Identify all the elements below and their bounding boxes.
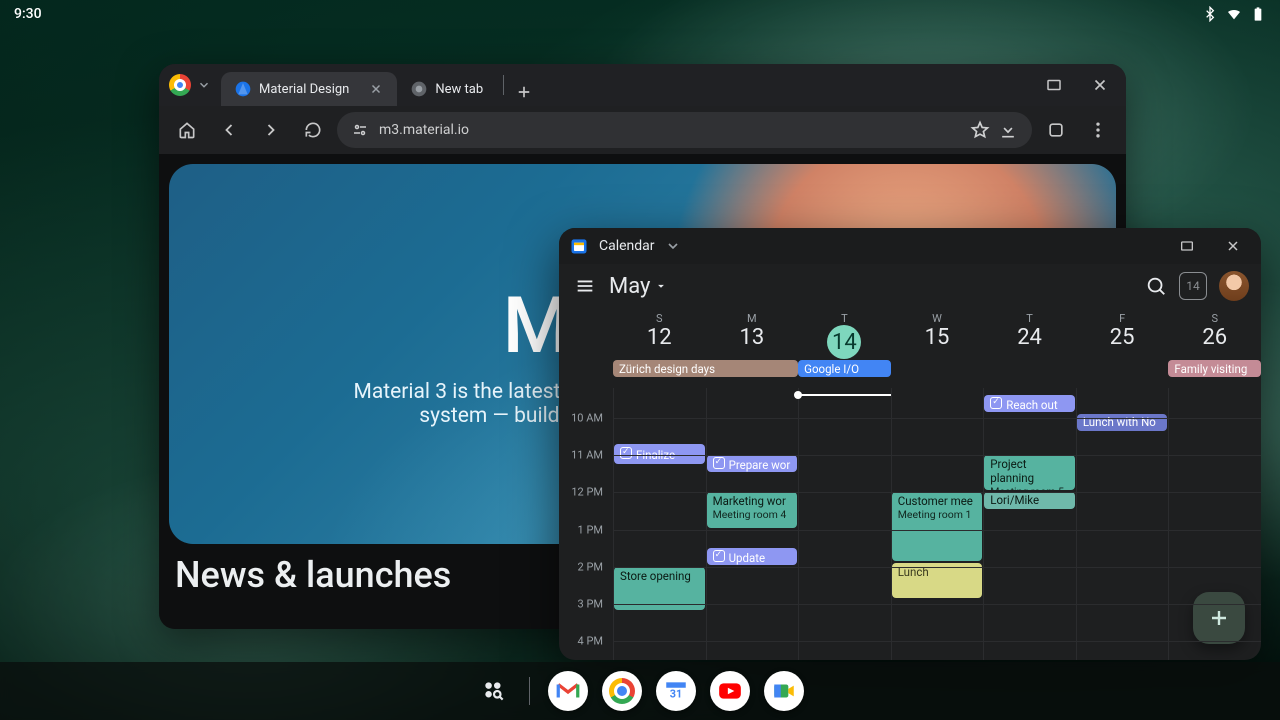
calendar-window: Calendar May 14 S12: [559, 228, 1261, 660]
wifi-icon: [1226, 6, 1242, 22]
hour-label: 12 PM: [559, 486, 609, 499]
battery-icon: [1250, 6, 1266, 22]
calendar-event[interactable]: Prepare wor: [707, 455, 798, 472]
create-event-fab[interactable]: [1193, 592, 1245, 644]
calendar-maximize-icon[interactable]: [1169, 231, 1205, 261]
hour-label: 11 AM: [559, 449, 609, 462]
forward-icon[interactable]: [253, 112, 289, 148]
tab-count-icon[interactable]: [1038, 112, 1074, 148]
day-header[interactable]: S26: [1168, 308, 1261, 360]
tab-label: New tab: [435, 82, 483, 97]
user-avatar[interactable]: [1219, 271, 1249, 301]
app-launcher-icon[interactable]: [477, 674, 511, 708]
month-picker[interactable]: May: [609, 274, 668, 299]
calendar-close-icon[interactable]: [1215, 231, 1251, 261]
day-header[interactable]: W15: [891, 308, 984, 360]
day-header[interactable]: S12: [613, 308, 706, 360]
day-header[interactable]: T14: [798, 308, 891, 360]
back-icon[interactable]: [211, 112, 247, 148]
overflow-menu-icon[interactable]: [1080, 112, 1116, 148]
hour-label: 2 PM: [559, 560, 609, 573]
tab-separator: [503, 75, 504, 95]
calendar-titlebar[interactable]: Calendar: [559, 228, 1261, 264]
window-close-icon[interactable]: [1080, 67, 1120, 103]
hour-label: 4 PM: [559, 635, 609, 648]
event-allday-family[interactable]: Family visiting: [1168, 360, 1261, 377]
event-allday-zurich[interactable]: Zürich design days: [613, 360, 798, 377]
home-icon[interactable]: [169, 112, 205, 148]
hour-label: 3 PM: [559, 598, 609, 611]
taskbar-divider: [529, 677, 530, 705]
svg-text:31: 31: [669, 688, 681, 701]
hour-label: 10 AM: [559, 411, 609, 424]
event-allday-io[interactable]: Google I/O: [798, 360, 891, 377]
calendar-app-icon: [569, 236, 589, 256]
jump-to-today-icon[interactable]: 14: [1179, 272, 1207, 300]
calendar-event[interactable]: Marketing worMeeting room 4: [707, 492, 798, 527]
calendar-grid[interactable]: S12M13T14W15T24F25S26 Zürich design days…: [559, 308, 1261, 660]
window-maximize-icon[interactable]: [1034, 67, 1074, 103]
bookmark-icon[interactable]: [970, 120, 990, 140]
allday-row: Zürich design days Google I/O Family vis…: [613, 360, 1261, 380]
month-label: May: [609, 274, 650, 299]
taskbar-gmail-icon[interactable]: [548, 671, 588, 711]
calendar-event[interactable]: Customer meeMeeting room 1: [892, 492, 983, 561]
tab-strip: Material Design New tab: [221, 64, 1032, 106]
site-settings-icon[interactable]: [351, 121, 369, 139]
calendar-event[interactable]: Lunch: [892, 563, 983, 598]
bluetooth-icon: [1202, 6, 1218, 22]
account-chevron-icon[interactable]: [197, 78, 211, 92]
newtab-favicon-icon: [411, 81, 427, 97]
new-tab-button[interactable]: [510, 78, 538, 106]
clock: 9:30: [14, 6, 42, 22]
day-header[interactable]: T24: [983, 308, 1076, 360]
calendar-event[interactable]: Project planningMeeting room 5: [984, 455, 1075, 490]
hour-label: 1 PM: [559, 523, 609, 536]
day-header[interactable]: F25: [1076, 308, 1169, 360]
tab-label: Material Design: [259, 82, 349, 97]
day-header[interactable]: M13: [706, 308, 799, 360]
taskbar-chrome-icon[interactable]: [602, 671, 642, 711]
calendar-event[interactable]: Finalize pres: [614, 444, 705, 464]
calendar-event[interactable]: Lori/Mike: [984, 492, 1075, 509]
taskbar-calendar-icon[interactable]: 31: [656, 671, 696, 711]
chrome-logo-icon: [169, 74, 191, 96]
material-favicon-icon: [235, 81, 251, 97]
address-bar[interactable]: m3.material.io: [337, 112, 1032, 148]
taskbar-youtube-icon[interactable]: [710, 671, 750, 711]
hamburger-menu-icon[interactable]: [571, 272, 599, 300]
reload-icon[interactable]: [295, 112, 331, 148]
tab-close-icon[interactable]: [369, 82, 383, 96]
calendar-event[interactable]: Reach out to: [984, 395, 1075, 412]
chrome-titlebar[interactable]: Material Design New tab: [159, 64, 1126, 106]
search-icon[interactable]: [1145, 275, 1167, 297]
chevron-down-icon[interactable]: [665, 238, 681, 254]
taskbar-meet-icon[interactable]: [764, 671, 804, 711]
calendar-event[interactable]: Lunch with No: [1077, 414, 1168, 431]
taskbar: 31: [0, 662, 1280, 720]
tab-material-design[interactable]: Material Design: [221, 72, 397, 106]
tab-new-tab[interactable]: New tab: [397, 72, 497, 106]
status-bar: 9:30: [0, 0, 1280, 28]
url-text: m3.material.io: [379, 122, 960, 138]
chrome-toolbar: m3.material.io: [159, 106, 1126, 154]
download-icon[interactable]: [998, 120, 1018, 140]
calendar-window-title: Calendar: [599, 238, 655, 254]
calendar-event[interactable]: Update slide: [707, 548, 798, 565]
now-indicator: [798, 394, 891, 396]
calendar-toolbar: May 14: [559, 264, 1261, 308]
